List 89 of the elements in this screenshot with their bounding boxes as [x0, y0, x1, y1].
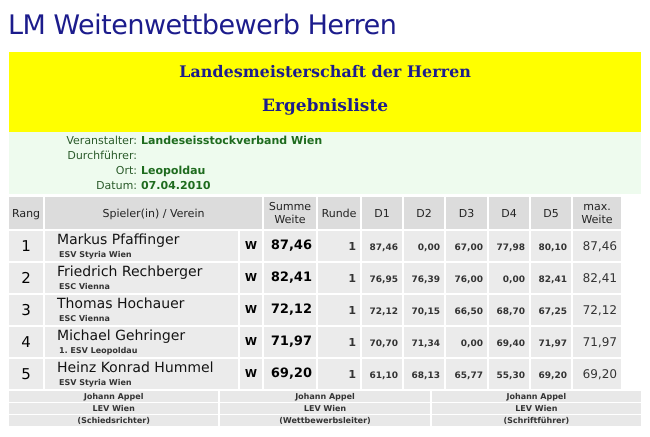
column-header: D2 — [404, 197, 444, 229]
column-header: Summe Weite — [264, 197, 316, 229]
max-cell: 72,12 — [573, 295, 621, 325]
rank-cell: 3 — [9, 295, 43, 325]
max-cell: 82,41 — [573, 263, 621, 293]
column-header: Spieler(in) / Verein — [45, 197, 262, 229]
throw-cell: 69,20 — [531, 359, 571, 389]
player-name: Michael Gehringer — [57, 328, 186, 345]
throw-cell: 66,50 — [446, 295, 487, 325]
total-cell: 69,20 — [264, 359, 316, 389]
mark-cell: W — [240, 295, 262, 325]
info-label: Veranstalter: — [65, 133, 137, 148]
official-club: LEV Wien — [220, 403, 430, 414]
player-name: Thomas Hochauer — [57, 296, 184, 313]
official-club: LEV Wien — [9, 403, 218, 414]
throw-cell: 68,13 — [404, 359, 444, 389]
throw-cell: 82,41 — [531, 263, 571, 293]
throw-cell: 69,40 — [489, 327, 529, 357]
throw-cell: 68,70 — [489, 295, 529, 325]
total-cell: 82,41 — [264, 263, 316, 293]
banner-subtitle: Ergebnisliste — [262, 95, 388, 118]
info-label: Ort: — [114, 163, 137, 178]
info-value: Landeseisstockverband Wien — [141, 133, 324, 148]
rank-cell: 4 — [9, 327, 43, 357]
throw-cell: 76,00 — [446, 263, 487, 293]
round-cell: 1 — [318, 359, 360, 389]
total-cell: 72,12 — [264, 295, 316, 325]
club-name: ESC Vienna — [58, 281, 110, 292]
max-cell: 87,46 — [573, 231, 621, 261]
total-cell: 87,46 — [264, 231, 316, 261]
mark-cell: W — [240, 263, 262, 293]
column-header: Runde — [318, 197, 360, 229]
max-cell: 69,20 — [573, 359, 621, 389]
column-header: D4 — [489, 197, 529, 229]
column-header: Rang — [9, 197, 43, 229]
mark-cell: W — [240, 327, 262, 357]
official-club: LEV Wien — [432, 403, 641, 414]
club-name: ESC Vienna — [58, 313, 110, 324]
club-name: 1. ESV Leopoldau — [58, 345, 138, 356]
round-cell: 1 — [318, 231, 360, 261]
throw-cell: 70,70 — [362, 327, 402, 357]
throw-cell: 76,95 — [362, 263, 402, 293]
throw-cell: 67,00 — [446, 231, 487, 261]
round-cell: 1 — [318, 295, 360, 325]
throw-cell: 87,46 — [362, 231, 402, 261]
throw-cell: 0,00 — [404, 231, 444, 261]
info-value: Leopoldau — [141, 163, 206, 178]
player-name: Friedrich Rechberger — [57, 264, 202, 281]
official-name: Johann Appel — [9, 391, 218, 402]
official-name: Johann Appel — [432, 391, 641, 402]
throw-cell: 67,25 — [531, 295, 571, 325]
throw-cell: 71,97 — [531, 327, 571, 357]
column-header: D3 — [446, 197, 487, 229]
rank-cell: 2 — [9, 263, 43, 293]
throw-cell: 0,00 — [489, 263, 529, 293]
throw-cell: 72,12 — [362, 295, 402, 325]
throw-cell: 71,34 — [404, 327, 444, 357]
mark-cell: W — [240, 359, 262, 389]
rank-cell: 5 — [9, 359, 43, 389]
info-label: Durchführer: — [66, 148, 137, 163]
throw-cell: 55,30 — [489, 359, 529, 389]
throw-cell: 80,10 — [531, 231, 571, 261]
rank-cell: 1 — [9, 231, 43, 261]
throw-cell: 77,98 — [489, 231, 529, 261]
round-cell: 1 — [318, 327, 360, 357]
player-name: Markus Pfaffinger — [57, 232, 180, 249]
banner-title: Landesmeisterschaft der Herren — [179, 61, 471, 83]
column-header: max. Weite — [573, 197, 621, 229]
throw-cell: 65,77 — [446, 359, 487, 389]
official-role: (Schriftführer) — [432, 415, 641, 426]
club-name: ESV Styria Wien — [58, 249, 132, 260]
total-cell: 71,97 — [264, 327, 316, 357]
official-role: (Wettbewerbsleiter) — [220, 415, 430, 426]
round-cell: 1 — [318, 263, 360, 293]
mark-cell: W — [240, 231, 262, 261]
throw-cell: 61,10 — [362, 359, 402, 389]
player-name: Heinz Konrad Hummel — [57, 360, 214, 377]
throw-cell: 70,15 — [404, 295, 444, 325]
official-name: Johann Appel — [220, 391, 430, 402]
max-cell: 71,97 — [573, 327, 621, 357]
throw-cell: 76,39 — [404, 263, 444, 293]
column-header: D5 — [531, 197, 571, 229]
column-header: D1 — [362, 197, 402, 229]
info-value: 07.04.2010 — [141, 178, 212, 193]
page-title: LM Weitenwettbewerb Herren — [7, 9, 398, 43]
club-name: ESV Styria Wien — [58, 377, 132, 388]
info-label: Datum: — [95, 178, 137, 193]
official-role: (Schiedsrichter) — [9, 415, 218, 426]
throw-cell: 0,00 — [446, 327, 487, 357]
